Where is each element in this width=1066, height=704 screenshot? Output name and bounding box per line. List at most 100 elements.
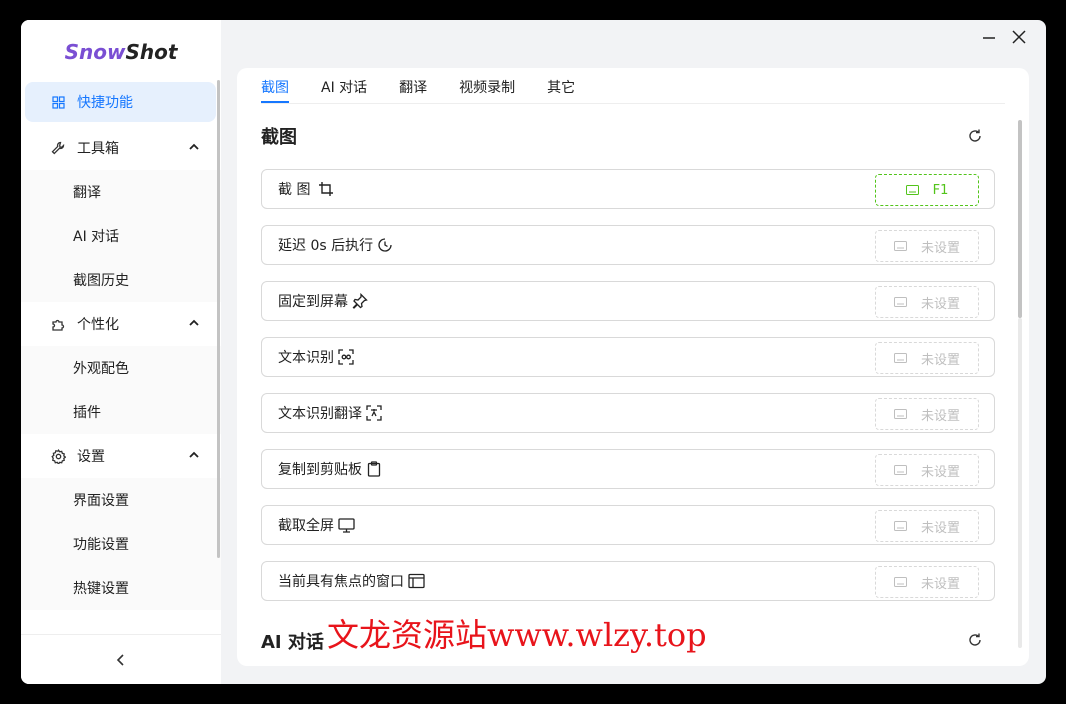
chevron-up-icon[interactable]: [189, 448, 199, 464]
row-label: 当前具有焦点的窗口: [278, 574, 404, 590]
close-icon: [1012, 30, 1026, 44]
hotkey-value: 未设置: [920, 352, 960, 368]
hotkey-input[interactable]: F1: [875, 174, 979, 206]
sidebar-group-label: 设置: [77, 449, 105, 465]
tab-other[interactable]: 其它: [547, 68, 575, 103]
sidebar-item-label: 快捷功能: [77, 95, 133, 111]
keyboard-icon: [893, 465, 907, 475]
sidebar-item-function-settings[interactable]: 功能设置: [21, 522, 221, 566]
sidebar-submenu-settings: 界面设置 功能设置 热键设置: [21, 478, 221, 610]
hotkey-input[interactable]: 未设置: [875, 286, 979, 318]
scan-text-icon: [338, 349, 354, 365]
hotkey-input[interactable]: 未设置: [875, 510, 979, 542]
app-logo: SnowShot: [64, 40, 178, 64]
hotkey-row: 文本识别翻译 未设置: [261, 393, 995, 433]
hotkey-input[interactable]: 未设置: [875, 566, 979, 598]
row-label: 延迟 0s 后执行: [278, 238, 374, 254]
sidebar-item-ui-settings[interactable]: 界面设置: [21, 478, 221, 522]
content-scrollbar[interactable]: [1018, 120, 1022, 318]
chevron-up-icon[interactable]: [189, 140, 199, 156]
sidebar: SnowShot 快捷功能 工具箱 翻译 AI 对话 截图历史 个性化 外观配色…: [21, 20, 221, 684]
sidebar-submenu-toolbox: 翻译 AI 对话 截图历史: [21, 170, 221, 302]
content-scroll-track: [1018, 318, 1022, 648]
minimize-icon: [983, 37, 995, 39]
hotkey-input[interactable]: 未设置: [875, 230, 979, 262]
keyboard-icon: [893, 577, 907, 587]
sidebar-scrollbar[interactable]: [217, 80, 220, 558]
keyboard-icon: [893, 241, 907, 251]
sidebar-item-translate[interactable]: 翻译: [21, 170, 221, 214]
sidebar-submenu-personalize: 外观配色 插件: [21, 346, 221, 434]
hotkey-input[interactable]: 未设置: [875, 342, 979, 374]
app-window: SnowShot 快捷功能 工具箱 翻译 AI 对话 截图历史 个性化 外观配色…: [21, 20, 1046, 684]
timer-icon: [377, 237, 393, 253]
hotkey-value: 未设置: [920, 240, 960, 256]
gear-icon: [49, 448, 67, 464]
sidebar-item-appearance[interactable]: 外观配色: [21, 346, 221, 390]
sidebar-item-plugins[interactable]: 插件: [21, 390, 221, 434]
hotkey-row: 复制到剪贴板 未设置: [261, 449, 995, 489]
section-title-ai: AI 对话: [261, 632, 324, 653]
sidebar-group-label: 工具箱: [77, 141, 119, 157]
row-label: 复制到剪贴板: [278, 462, 362, 478]
watermark-text: 文龙资源站www.wlzy.top: [327, 616, 707, 654]
sidebar-item-shortcuts[interactable]: 快捷功能: [25, 82, 216, 122]
grid-icon: [49, 95, 67, 109]
hotkey-value: 未设置: [920, 520, 960, 536]
tab-ai-chat[interactable]: AI 对话: [321, 68, 367, 103]
puzzle-icon: [49, 317, 67, 332]
hotkey-row: 固定到屏幕 未设置: [261, 281, 995, 321]
hotkey-value: 未设置: [920, 576, 960, 592]
wrench-icon: [49, 141, 67, 155]
keyboard-icon: [893, 353, 907, 363]
window-icon: [408, 573, 425, 589]
tab-bar: 截图 AI 对话 翻译 视频录制 其它: [261, 68, 1005, 104]
tab-screenshot[interactable]: 截图: [261, 68, 289, 103]
sidebar-item-ai-chat[interactable]: AI 对话: [21, 214, 221, 258]
chevron-up-icon[interactable]: [189, 316, 199, 332]
reset-icon[interactable]: [967, 632, 983, 648]
tab-video-record[interactable]: 视频录制: [459, 68, 515, 103]
settings-content: 截图 AI 对话 翻译 视频录制 其它 截图 截 图 F1 延迟 0s 后执行 …: [237, 68, 1029, 666]
section-title: 截图: [261, 127, 297, 148]
sidebar-group-settings[interactable]: 设置: [21, 434, 221, 478]
title-bar: [221, 20, 1046, 54]
row-label: 文本识别: [278, 350, 334, 366]
hotkey-input[interactable]: 未设置: [875, 454, 979, 486]
pin-icon: [352, 293, 368, 309]
minimize-button[interactable]: [982, 26, 996, 50]
sidebar-menu: 快捷功能 工具箱 翻译 AI 对话 截图历史 个性化 外观配色 插件 设置 界面…: [21, 82, 221, 610]
sidebar-group-personalize[interactable]: 个性化: [21, 302, 221, 346]
hotkey-row: 延迟 0s 后执行 未设置: [261, 225, 995, 265]
hotkey-row: 文本识别 未设置: [261, 337, 995, 377]
hotkey-input[interactable]: 未设置: [875, 398, 979, 430]
keyboard-icon: [893, 297, 907, 307]
sidebar-group-toolbox[interactable]: 工具箱: [21, 126, 221, 170]
hotkey-value: 未设置: [920, 296, 960, 312]
translate-scan-icon: [366, 405, 382, 421]
row-label: 截 图: [278, 182, 311, 198]
hotkey-row: 截取全屏 未设置: [261, 505, 995, 545]
hotkey-value: F1: [932, 182, 949, 198]
sidebar-group-label: 个性化: [77, 317, 119, 333]
row-label: 文本识别翻译: [278, 406, 362, 422]
hotkey-row: 截 图 F1: [261, 169, 995, 209]
crop-icon: [318, 181, 334, 197]
row-label: 固定到屏幕: [278, 294, 348, 310]
collapse-sidebar-button[interactable]: [21, 634, 221, 684]
keyboard-icon: [893, 521, 907, 531]
tab-translate[interactable]: 翻译: [399, 68, 427, 103]
hotkey-value: 未设置: [920, 408, 960, 424]
hotkey-row: 当前具有焦点的窗口 未设置: [261, 561, 995, 601]
sidebar-item-hotkey-settings[interactable]: 热键设置: [21, 566, 221, 610]
keyboard-icon: [893, 409, 907, 419]
clipboard-icon: [366, 461, 382, 477]
sidebar-item-screenshot-history[interactable]: 截图历史: [21, 258, 221, 302]
chevron-left-icon: [116, 653, 124, 666]
reset-icon[interactable]: [967, 128, 983, 144]
hotkey-value: 未设置: [920, 464, 960, 480]
keyboard-icon: [905, 185, 919, 195]
close-button[interactable]: [1012, 26, 1026, 50]
row-label: 截取全屏: [278, 518, 334, 534]
monitor-icon: [338, 517, 355, 533]
